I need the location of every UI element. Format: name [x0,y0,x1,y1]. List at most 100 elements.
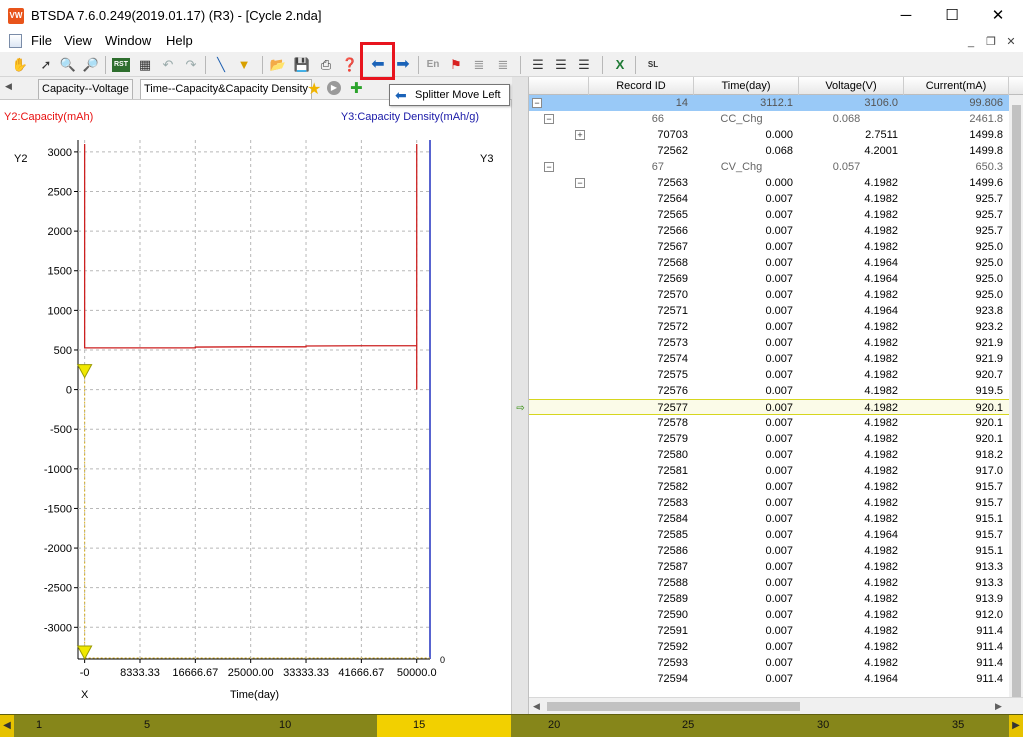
en-icon[interactable]: En [423,55,443,75]
header-voltage[interactable]: Voltage(V) [799,77,904,95]
table-row[interactable]: 72581 0.007 4.1982 917.0 [529,463,1009,479]
collapse-icon[interactable]: − [575,178,585,188]
cascade-1-icon[interactable]: ≣ [469,55,489,75]
mdi-minimize-button[interactable]: _ [963,35,979,49]
cycle-label-1[interactable]: 1 [36,719,42,731]
splitter-arrow-icon[interactable]: ⇨ [514,403,527,414]
table-row[interactable]: 72571 0.007 4.1964 923.8 [529,303,1009,319]
cycle-label-15[interactable]: 15 [413,719,425,731]
cycle-label-20[interactable]: 20 [548,719,560,731]
table-row[interactable]: 72564 0.007 4.1982 925.7 [529,191,1009,207]
menu-view[interactable]: View [64,33,92,48]
marker-icon[interactable]: ⚑ [446,55,466,75]
table-row[interactable]: 72593 0.007 4.1982 911.4 [529,655,1009,671]
table-row[interactable]: − 72563 0.000 4.1982 1499.6 [529,175,1009,191]
cycle-prev-icon[interactable]: ◀ [0,715,14,737]
document-icon[interactable] [9,34,22,48]
table-row[interactable]: 72579 0.007 4.1982 920.1 [529,431,1009,447]
rst-icon[interactable]: RST [112,58,130,72]
table-row[interactable]: 72577 0.007 4.1982 920.1 [529,399,1009,415]
table-row[interactable]: 72562 0.068 4.2001 1499.8 [529,143,1009,159]
header-record-id[interactable]: Record ID [589,77,694,95]
menu-help[interactable]: Help [166,33,193,48]
mdi-restore-button[interactable]: ❐ [983,35,999,49]
table-row[interactable]: 72565 0.007 4.1982 925.7 [529,207,1009,223]
table-row[interactable]: 72584 0.007 4.1982 915.1 [529,511,1009,527]
excel-icon[interactable]: X [610,55,630,75]
table-row[interactable]: 72589 0.007 4.1982 913.9 [529,591,1009,607]
table-row[interactable]: 72586 0.007 4.1982 915.1 [529,543,1009,559]
copy-chart-icon[interactable]: ▦ [135,55,155,75]
table-row[interactable]: 72592 0.007 4.1982 911.4 [529,639,1009,655]
table-row[interactable]: 72576 0.007 4.1982 919.5 [529,383,1009,399]
table-row[interactable]: 72574 0.007 4.1982 921.9 [529,351,1009,367]
pointer-icon[interactable]: ➚ [36,55,56,75]
maximize-button[interactable]: ☐ [929,0,975,31]
step-row[interactable]: − 67 CV_Chg 0.057 650.3 [529,159,1009,175]
splitter-move-right-icon[interactable]: ➡ [393,55,413,75]
table-row[interactable]: 72568 0.007 4.1964 925.0 [529,255,1009,271]
table-row[interactable]: +70703 0.000 2.7511 1499.8 [529,127,1009,143]
table-row[interactable]: 72567 0.007 4.1982 925.0 [529,239,1009,255]
table-row[interactable]: 72575 0.007 4.1982 920.7 [529,367,1009,383]
table-row[interactable]: 72570 0.007 4.1982 925.0 [529,287,1009,303]
step-row[interactable]: − 66 CC_Chg 0.068 2461.8 [529,111,1009,127]
hand-icon[interactable]: ✋ [10,55,30,75]
line-tool-icon[interactable]: ╲ [211,55,231,75]
table-row[interactable]: 72587 0.007 4.1982 913.3 [529,559,1009,575]
undo-icon[interactable]: ↶ [158,55,178,75]
table-row[interactable]: 72566 0.007 4.1982 925.7 [529,223,1009,239]
help-icon[interactable]: ❓ [340,55,360,75]
header-current[interactable]: Current(mA) [904,77,1009,95]
cycle-next-icon[interactable]: ▶ [1009,715,1023,737]
table-row[interactable]: 72578 0.007 4.1982 920.1 [529,415,1009,431]
table-row[interactable]: 72580 0.007 4.1982 918.2 [529,447,1009,463]
cycle-label-10[interactable]: 10 [279,719,291,731]
table-row[interactable]: 72569 0.007 4.1964 925.0 [529,271,1009,287]
cursor-marker-bottom[interactable] [76,645,93,661]
mdi-close-button[interactable]: ✕ [1003,35,1019,49]
horizontal-scroll-thumb[interactable] [547,702,800,711]
expand-icon[interactable]: + [575,130,585,140]
scroll-left-icon[interactable]: ◀ [533,701,540,712]
table-row[interactable]: 72583 0.007 4.1982 915.7 [529,495,1009,511]
scroll-right-icon[interactable]: ▶ [995,701,1002,712]
grid-1-icon[interactable]: ☰ [528,55,548,75]
print-icon[interactable]: ⎙ [316,55,336,75]
filter-icon[interactable]: ▼ [234,55,254,75]
table-row[interactable]: 72591 0.007 4.1982 911.4 [529,623,1009,639]
cycle-label-35[interactable]: 35 [952,719,964,731]
minimize-button[interactable]: ─ [883,0,929,31]
menu-file[interactable]: File [31,33,52,48]
table-row[interactable]: 72585 0.007 4.1964 915.7 [529,527,1009,543]
table-row[interactable]: 72594 0.007 4.1964 911.4 [529,671,1009,687]
grid-3-icon[interactable]: ☰ [574,55,594,75]
cycle-label-30[interactable]: 30 [817,719,829,731]
horizontal-scrollbar[interactable]: ◀ ▶ [529,697,1023,714]
table-row[interactable]: 72572 0.007 4.1982 923.2 [529,319,1009,335]
grid-2-icon[interactable]: ☰ [551,55,571,75]
close-button[interactable]: ✕ [975,0,1021,31]
cycle-label-25[interactable]: 25 [682,719,694,731]
table-row[interactable]: 72582 0.007 4.1982 915.7 [529,479,1009,495]
collapse-icon[interactable]: − [532,98,542,108]
export-icon[interactable]: SL [643,55,663,75]
table-row[interactable]: 72588 0.007 4.1982 913.3 [529,575,1009,591]
vertical-scrollbar[interactable] [1009,95,1023,705]
save-icon[interactable]: 💾 [292,55,312,75]
table-row[interactable]: 72573 0.007 4.1982 921.9 [529,335,1009,351]
cycle-track[interactable] [14,715,1009,737]
menu-window[interactable]: Window [105,33,151,48]
summary-row[interactable]: − 14 3112.1 3106.0 99.806 [529,95,1009,111]
zoom-in-icon[interactable]: 🔍 [58,55,78,75]
capacity-chart[interactable]: 3000 2500 2000 1500 1000 500 0 -500 -1000 -1500 -2… [0,77,512,714]
splitter[interactable] [512,77,529,714]
redo-icon[interactable]: ↷ [181,55,201,75]
cycle-label-5[interactable]: 5 [144,719,150,731]
table-row[interactable]: 72590 0.007 4.1982 912.0 [529,607,1009,623]
open-folder-icon[interactable]: 📂 [268,55,288,75]
collapse-icon[interactable]: − [544,114,554,124]
cascade-2-icon[interactable]: ≣ [493,55,513,75]
vertical-scroll-thumb[interactable] [1012,105,1021,705]
collapse-icon[interactable]: − [544,162,554,172]
